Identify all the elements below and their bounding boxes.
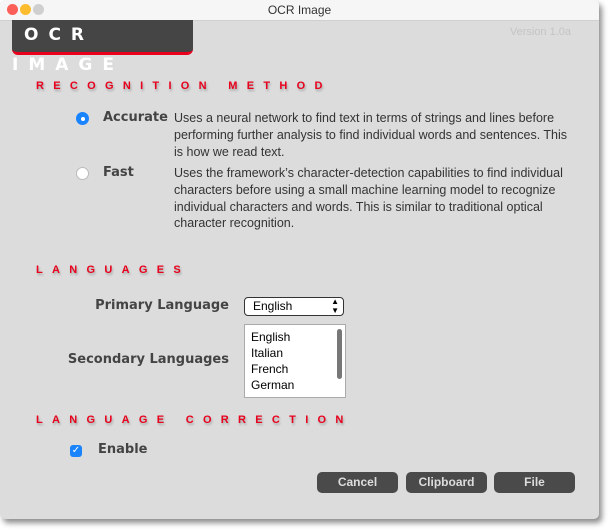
- list-item[interactable]: German: [251, 377, 345, 393]
- app-window: OCR Image OCR IMAGE Version 1.0a RECOGNI…: [0, 0, 599, 519]
- accurate-label[interactable]: Accurate: [103, 110, 168, 125]
- primary-language-value: English: [253, 299, 293, 313]
- scrollbar[interactable]: [337, 329, 342, 379]
- primary-language-label: Primary Language: [95, 298, 229, 313]
- secondary-languages-list[interactable]: English Italian French German: [244, 324, 346, 398]
- updown-chevron-icon: ▲ ▼: [331, 297, 339, 315]
- file-button[interactable]: File: [494, 472, 575, 493]
- fast-description: Uses the framework’s character-detection…: [174, 166, 563, 231]
- list-item[interactable]: French: [251, 361, 345, 377]
- language-correction-heading: LANGUAGE CORRECTION: [36, 414, 353, 426]
- clipboard-button[interactable]: Clipboard: [406, 472, 487, 493]
- cancel-button[interactable]: Cancel: [317, 472, 398, 493]
- enable-checkbox[interactable]: ✓: [70, 445, 82, 457]
- fast-radio[interactable]: [76, 167, 89, 180]
- version-label: Version 1.0a: [509, 26, 571, 38]
- list-item[interactable]: Italian: [251, 345, 345, 361]
- fast-label[interactable]: Fast: [103, 165, 134, 180]
- checkmark-icon: ✓: [71, 445, 81, 456]
- accurate-radio[interactable]: [76, 112, 89, 125]
- app-logo: OCR IMAGE: [12, 20, 193, 75]
- recognition-method-heading: RECOGNITION METHOD: [36, 80, 332, 92]
- primary-language-select[interactable]: English ▲ ▼: [244, 297, 344, 316]
- languages-heading: LANGUAGES: [36, 264, 190, 276]
- title-bar: OCR Image: [0, 0, 599, 21]
- secondary-languages-label: Secondary Languages: [67, 352, 229, 367]
- list-item[interactable]: English: [251, 329, 345, 345]
- window-title: OCR Image: [267, 3, 332, 17]
- accurate-description: Uses a neural network to find text in te…: [174, 111, 568, 159]
- enable-label[interactable]: Enable: [98, 442, 148, 457]
